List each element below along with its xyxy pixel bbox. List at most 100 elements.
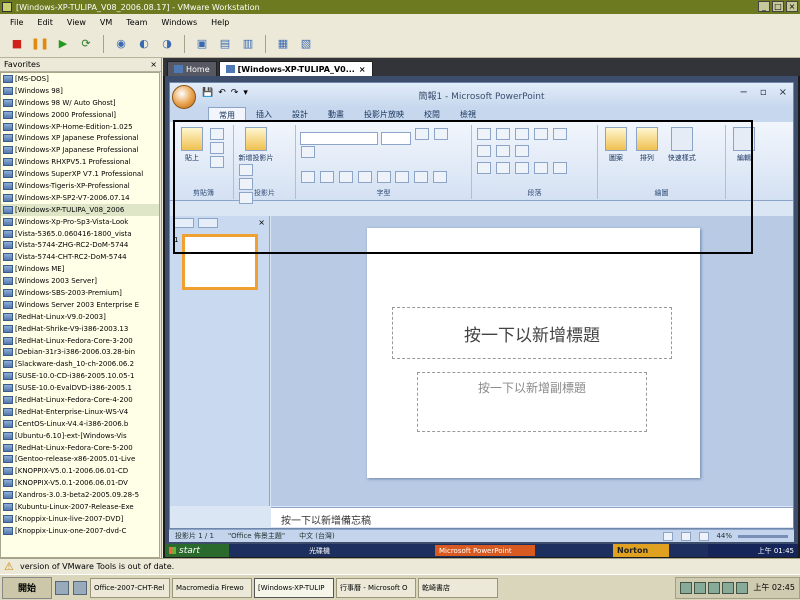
tray-icon[interactable]: [680, 581, 693, 594]
strikethrough-icon[interactable]: [357, 171, 372, 183]
align-left-icon[interactable]: [477, 162, 491, 174]
reset-icon[interactable]: ⟳: [77, 35, 95, 53]
quicklaunch-desktop-icon[interactable]: [73, 580, 87, 595]
clear-format-icon[interactable]: [301, 146, 315, 158]
guest-task-cd[interactable]: 光碟機: [305, 545, 330, 556]
decrease-indent-icon[interactable]: [514, 128, 529, 140]
favorite-vm-item[interactable]: [SUSE-10.0-EvalDVD-i386-2005.1: [1, 382, 159, 394]
shrink-font-icon[interactable]: [433, 128, 448, 140]
guest-screen[interactable]: 💾 ↶ ↷ ▾ 簡報1 - Microsoft PowerPoint − ▫ ×…: [165, 76, 798, 557]
layout-icon[interactable]: [239, 164, 253, 176]
tray-icon[interactable]: [722, 581, 735, 594]
favorite-vm-item[interactable]: [CentOS-Linux-V4.4-i386-2006.b: [1, 418, 159, 430]
favorite-vm-item[interactable]: [Ubuntu-6.10]-ext-[Windows-Vis: [1, 430, 159, 442]
new-slide-button[interactable]: 新增投影片: [238, 127, 274, 163]
tab-design[interactable]: 設計: [282, 107, 318, 122]
tab-slideshow[interactable]: 投影片放映: [354, 107, 414, 122]
tray-icon[interactable]: [736, 581, 749, 594]
revert-snapshot-icon[interactable]: ◐: [135, 35, 153, 53]
italic-icon[interactable]: [319, 171, 334, 183]
outline-tab[interactable]: [198, 218, 218, 228]
favorite-vm-item[interactable]: [Windows 98 W/ Auto Ghost]: [1, 97, 159, 109]
suspend-icon[interactable]: ❚❚: [31, 35, 49, 53]
tab-insert[interactable]: 插入: [246, 107, 282, 122]
align-right-icon[interactable]: [514, 162, 529, 174]
favorite-vm-item[interactable]: [RedHat-Linux-Fedora-Core-4-200: [1, 394, 159, 406]
host-start-button[interactable]: 開始: [2, 576, 52, 599]
quick-styles-button[interactable]: 快速樣式: [664, 127, 700, 163]
favorite-vm-item[interactable]: [KNOPPIX-V5.0.1-2006.06.01-DV: [1, 477, 159, 489]
center-icon[interactable]: [495, 162, 510, 174]
font-color-icon[interactable]: [433, 171, 448, 183]
menu-vm[interactable]: VM: [100, 18, 112, 27]
normal-view-icon[interactable]: [663, 531, 674, 541]
align-text-icon[interactable]: [495, 145, 510, 157]
console-view-icon[interactable]: ▦: [274, 35, 292, 53]
font-name-combo[interactable]: [300, 132, 378, 145]
favorite-vm-item[interactable]: [Windows SuperXP V7.1 Professional: [1, 168, 159, 180]
favorite-vm-item[interactable]: [Windows-XP Japanese Professional: [1, 144, 159, 156]
favorite-vm-item[interactable]: [MS-DOS]: [1, 73, 159, 85]
minimize-button[interactable]: _: [758, 1, 770, 12]
quicklaunch-ie-icon[interactable]: [55, 580, 69, 595]
ppt-minimize-button[interactable]: −: [739, 87, 747, 98]
full-screen-icon[interactable]: ▥: [239, 35, 257, 53]
favorite-vm-item[interactable]: [Windows Server 2003 Enterprise E: [1, 299, 159, 311]
arrange-button[interactable]: 排列: [633, 127, 661, 163]
shadow-icon[interactable]: [376, 171, 391, 183]
favorite-vm-item[interactable]: [Vista-5744-ZHG-RC2-DoM-5744: [1, 239, 159, 251]
favorite-vm-item[interactable]: [RedHat-Shrike-V9-i386-2003.13: [1, 323, 159, 335]
ppt-maximize-button[interactable]: ▫: [760, 87, 767, 98]
favorite-vm-item[interactable]: [RedHat-Linux-V9.0-2003]: [1, 311, 159, 323]
copy-icon[interactable]: [209, 142, 224, 154]
favorite-vm-item[interactable]: [Windows XP Japanese Professional: [1, 132, 159, 144]
favorite-vm-item[interactable]: [Debian-31r3-i386-2006.03.28-bin: [1, 346, 159, 358]
change-case-icon[interactable]: [414, 171, 429, 183]
favorite-vm-item[interactable]: [Windows ME]: [1, 263, 159, 275]
host-task-outlook[interactable]: 行事曆 - Microsoft O: [336, 577, 416, 598]
favorite-vm-item[interactable]: [Windows-XP-TULIPA_V08_2006: [1, 203, 159, 216]
menu-view[interactable]: View: [67, 18, 86, 27]
host-task-vmware[interactable]: [Windows-XP-TULIP: [254, 577, 334, 598]
favorite-vm-item[interactable]: [Windows 2000 Professional]: [1, 109, 159, 121]
text-direction-icon[interactable]: [477, 145, 491, 157]
tab-home-ribbon[interactable]: 常用: [208, 107, 246, 122]
editing-button[interactable]: 編輯: [730, 127, 758, 163]
bold-icon[interactable]: [301, 171, 315, 183]
power-off-icon[interactable]: ■: [8, 35, 26, 53]
sidebar-toggle-icon[interactable]: ▣: [193, 35, 211, 53]
slide-canvas[interactable]: 按一下以新增標題 按一下以新增副標題: [367, 228, 700, 478]
snapshot-icon[interactable]: ◉: [112, 35, 130, 53]
subtitle-placeholder[interactable]: 按一下以新增副標題: [417, 372, 647, 432]
favorite-vm-item[interactable]: [Windows-Xp-Pro-Sp3-Vista-Look: [1, 216, 159, 228]
menu-windows[interactable]: Windows: [161, 18, 197, 27]
host-task-bookstore[interactable]: 乾崎書店: [418, 577, 498, 598]
justify-icon[interactable]: [533, 162, 548, 174]
numbering-icon[interactable]: [495, 128, 510, 140]
favorite-vm-item[interactable]: [Windows-Tigeris-XP-Professional: [1, 180, 159, 192]
warning-text[interactable]: version of VMware Tools is out of date.: [20, 562, 174, 571]
zoom-slider[interactable]: [738, 534, 788, 538]
tab-review[interactable]: 校閱: [414, 107, 450, 122]
tab-animations[interactable]: 動畫: [318, 107, 354, 122]
favorite-vm-item[interactable]: [Knoppix-Linux-one-2007-dvd-C: [1, 525, 159, 537]
favorite-vm-item[interactable]: [Vista-5365.0.060416-1800_vista: [1, 228, 159, 240]
maximize-button[interactable]: □: [772, 1, 784, 12]
close-button[interactable]: ×: [786, 1, 798, 12]
smartart-icon[interactable]: [514, 145, 529, 157]
tray-icon[interactable]: [708, 581, 721, 594]
slides-tab[interactable]: [174, 218, 194, 228]
grow-font-icon[interactable]: [414, 128, 429, 140]
favorite-vm-item[interactable]: [Kubuntu-Linux-2007-Release-Exe: [1, 501, 159, 513]
slide-sorter-icon[interactable]: [681, 531, 692, 541]
title-placeholder[interactable]: 按一下以新增標題: [392, 307, 672, 359]
menu-edit[interactable]: Edit: [37, 18, 53, 27]
favorite-vm-item[interactable]: [KNOPPIX-V5.0.1-2006.06.01-CD: [1, 465, 159, 477]
favorite-vm-item[interactable]: [Windows-SBS-2003-Premium]: [1, 287, 159, 299]
quick-switch-icon[interactable]: ▤: [216, 35, 234, 53]
bullets-icon[interactable]: [477, 128, 491, 140]
guest-task-powerpoint[interactable]: Microsoft PowerPoint: [435, 545, 535, 556]
tab-vm-tulipa[interactable]: [Windows-XP-TULIPA_V0... ×: [218, 61, 373, 76]
font-size-combo[interactable]: [380, 132, 411, 145]
favorite-vm-item[interactable]: [Gentoo-release-x86-2005.01-Live: [1, 454, 159, 466]
